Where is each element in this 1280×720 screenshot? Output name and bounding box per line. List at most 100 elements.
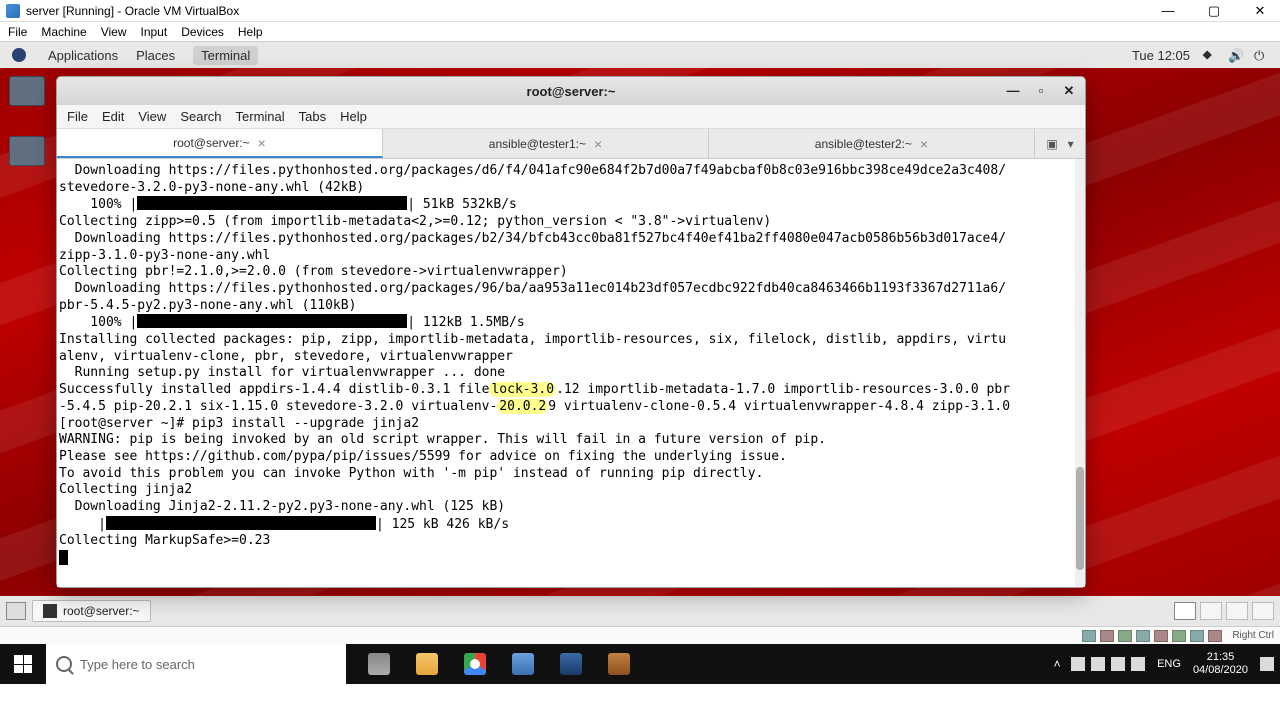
menu-file[interactable]: File: [8, 25, 27, 39]
vb-display-icon[interactable]: [1172, 630, 1186, 642]
menu-view[interactable]: View: [101, 25, 127, 39]
gnome-menu-places[interactable]: Places: [136, 48, 175, 63]
terminal-tab-2-label: ansible@tester1:~: [489, 137, 586, 151]
terminal-menubar: File Edit View Search Terminal Tabs Help: [57, 105, 1085, 129]
workspace-2[interactable]: [1200, 602, 1222, 620]
notifications-icon: [1260, 657, 1274, 671]
tray-wifi-icon[interactable]: [1111, 657, 1125, 671]
app-button-2[interactable]: [596, 644, 642, 684]
term-menu-search[interactable]: Search: [180, 109, 221, 124]
tray-language[interactable]: ENG: [1151, 644, 1187, 684]
workspace-4[interactable]: [1252, 602, 1274, 620]
notifications-button[interactable]: [1254, 644, 1280, 684]
search-box[interactable]: Type here to search: [46, 644, 346, 684]
term-menu-help[interactable]: Help: [340, 109, 367, 124]
vb-hdd-icon[interactable]: [1082, 630, 1096, 642]
guest-screen: Applications Places Terminal Tue 12:05 ⯁…: [0, 42, 1280, 626]
workspace-3[interactable]: [1226, 602, 1248, 620]
virtualbox-status-bar: Right Ctrl: [0, 626, 1280, 644]
menu-help[interactable]: Help: [238, 25, 263, 39]
search-icon: [56, 656, 72, 672]
terminal-cursor: [59, 550, 68, 565]
virtualbox-taskbar-button[interactable]: [548, 644, 594, 684]
windows-logo-icon: [14, 655, 32, 673]
close-button[interactable]: ✕: [1246, 3, 1274, 19]
gnome-menu-applications[interactable]: Applications: [48, 48, 118, 63]
chrome-icon: [464, 653, 486, 675]
vb-mouse-icon[interactable]: [1208, 630, 1222, 642]
explorer-icon: [416, 653, 438, 675]
desktop-icon-home[interactable]: [6, 76, 48, 106]
new-tab-icon[interactable]: ▣: [1046, 137, 1057, 151]
virtualbox-menubar: File Machine View Input Devices Help: [0, 22, 1280, 42]
terminal-tab-2-close-icon[interactable]: ×: [594, 136, 602, 152]
workspace-switcher-icon[interactable]: [6, 602, 26, 620]
maximize-button[interactable]: ▢: [1200, 3, 1228, 19]
tray-icon-1[interactable]: [1071, 657, 1085, 671]
terminal-scrollbar-thumb[interactable]: [1076, 467, 1084, 570]
terminal-tab-1-label: root@server:~: [173, 136, 250, 150]
tray-clock[interactable]: 21:35 04/08/2020: [1187, 644, 1254, 684]
terminal-body[interactable]: Downloading https://files.pythonhosted.o…: [57, 159, 1085, 587]
desktop-icon-trash[interactable]: [6, 136, 48, 166]
term-menu-terminal[interactable]: Terminal: [236, 109, 285, 124]
vb-net-icon[interactable]: [1118, 630, 1132, 642]
taskbar-item-label: root@server:~: [63, 604, 140, 618]
tray-volume-icon[interactable]: [1131, 657, 1145, 671]
virtualbox-titlebar: server [Running] - Oracle VM VirtualBox …: [0, 0, 1280, 22]
search-placeholder: Type here to search: [80, 657, 195, 672]
terminal-maximize-button[interactable]: ▫: [1031, 83, 1051, 99]
gnome-menu-terminal[interactable]: Terminal: [193, 46, 258, 65]
terminal-tab-1[interactable]: root@server:~ ×: [57, 129, 383, 158]
menu-machine[interactable]: Machine: [41, 25, 86, 39]
terminal-scrollbar[interactable]: [1075, 159, 1085, 587]
vb-cd-icon[interactable]: [1100, 630, 1114, 642]
volume-icon[interactable]: 🔊: [1228, 48, 1242, 62]
vb-record-icon[interactable]: [1190, 630, 1204, 642]
gnome-clock[interactable]: Tue 12:05: [1132, 48, 1190, 63]
terminal-titlebar[interactable]: root@server:~ — ▫ ✕: [57, 77, 1085, 105]
term-menu-file[interactable]: File: [67, 109, 88, 124]
menu-input[interactable]: Input: [141, 25, 168, 39]
windows-taskbar: Type here to search ˄ ENG 21:35 04/08/20…: [0, 644, 1280, 684]
term-menu-tabs[interactable]: Tabs: [299, 109, 326, 124]
vb-host-key: Right Ctrl: [1232, 630, 1274, 641]
app-icon-2: [608, 653, 630, 675]
menu-devices[interactable]: Devices: [181, 25, 224, 39]
terminal-tab-1-close-icon[interactable]: ×: [258, 135, 266, 151]
task-view-button[interactable]: [356, 644, 402, 684]
terminal-tabs: root@server:~ × ansible@tester1:~ × ansi…: [57, 129, 1085, 159]
progress-bar-1: [137, 196, 407, 210]
file-explorer-button[interactable]: [404, 644, 450, 684]
terminal-close-button[interactable]: ✕: [1059, 83, 1079, 99]
task-view-icon: [368, 653, 390, 675]
terminal-minimize-button[interactable]: —: [1003, 83, 1023, 99]
app-button-1[interactable]: [500, 644, 546, 684]
tab-menu-icon[interactable]: ▾: [1068, 137, 1074, 151]
network-icon[interactable]: ⯁: [1202, 48, 1216, 62]
start-button[interactable]: [0, 644, 46, 684]
virtualbox-taskbar-icon: [560, 653, 582, 675]
tray-icon-2[interactable]: [1091, 657, 1105, 671]
minimize-button[interactable]: —: [1154, 3, 1182, 19]
term-menu-edit[interactable]: Edit: [102, 109, 124, 124]
virtualbox-icon: [6, 4, 20, 18]
vb-usb-icon[interactable]: [1136, 630, 1150, 642]
progress-bar-2: [137, 314, 407, 328]
terminal-tab-3[interactable]: ansible@tester2:~ ×: [709, 129, 1035, 158]
terminal-window: root@server:~ — ▫ ✕ File Edit View Searc…: [56, 76, 1086, 588]
terminal-tab-3-close-icon[interactable]: ×: [920, 136, 928, 152]
term-menu-view[interactable]: View: [138, 109, 166, 124]
tray-overflow-icon[interactable]: ˄: [1049, 657, 1065, 671]
chrome-button[interactable]: [452, 644, 498, 684]
virtualbox-title: server [Running] - Oracle VM VirtualBox: [26, 4, 239, 18]
terminal-tab-2[interactable]: ansible@tester1:~ ×: [383, 129, 709, 158]
terminal-task-icon: [43, 604, 57, 618]
terminal-title: root@server:~: [527, 84, 616, 99]
distro-icon[interactable]: [12, 48, 26, 62]
highlight-2: 20.0.2: [497, 399, 548, 414]
vb-shared-icon[interactable]: [1154, 630, 1168, 642]
workspace-1[interactable]: [1174, 602, 1196, 620]
taskbar-item-terminal[interactable]: root@server:~: [32, 600, 151, 622]
power-icon[interactable]: ⏻: [1254, 48, 1268, 62]
